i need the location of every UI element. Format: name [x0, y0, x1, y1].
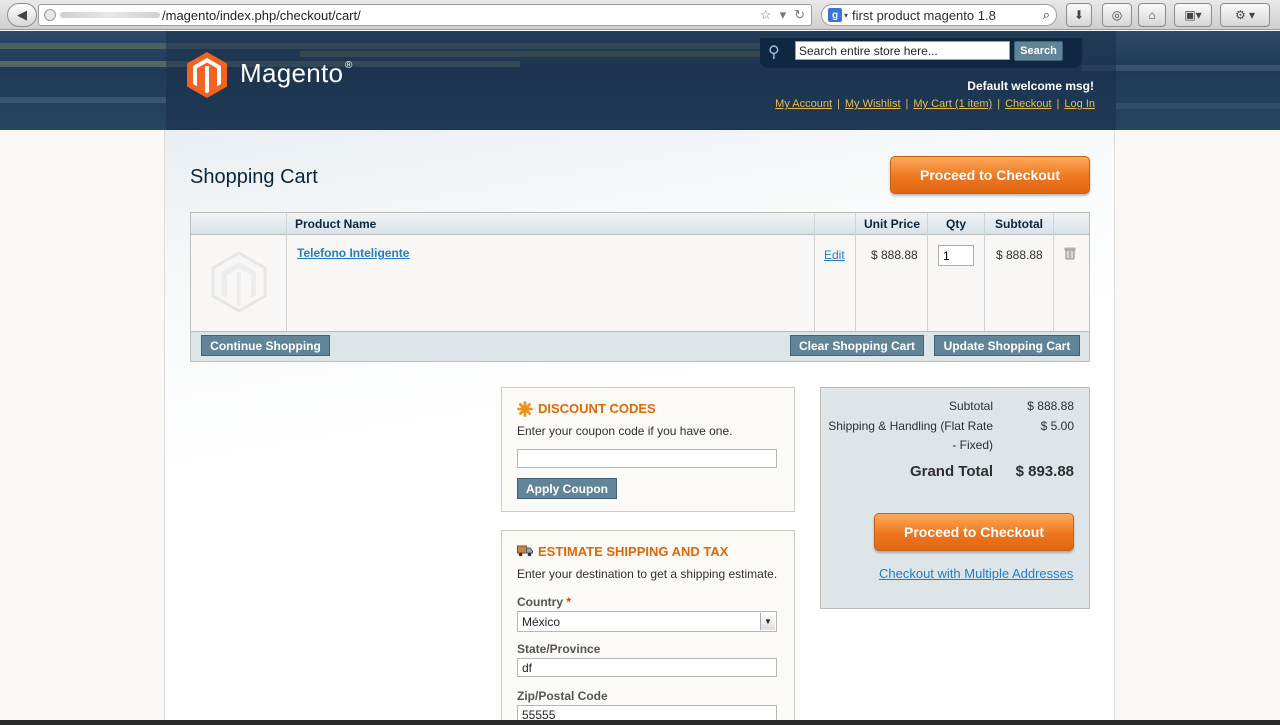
product-thumbnail-placeholder[interactable] — [208, 250, 270, 312]
link-separator: | — [905, 98, 909, 110]
proceed-to-checkout-top-button[interactable]: Proceed to Checkout — [890, 156, 1090, 194]
shipping-label-line-1: Shipping & Handling (Flat Rate — [828, 419, 993, 433]
welcome-message: Default welcome msg! — [967, 79, 1094, 93]
dropdown-icon[interactable]: ▾ — [780, 7, 787, 23]
grand-total-value: $ 893.88 — [1015, 463, 1074, 480]
shipping-instructions: Enter your destination to get a shipping… — [517, 567, 778, 581]
coupon-code-input[interactable] — [517, 449, 777, 468]
country-select-value: México — [522, 615, 561, 629]
addon-icon: ◎ — [1111, 8, 1123, 22]
page-title: Shopping Cart — [190, 166, 318, 188]
reload-icon[interactable]: ↻ — [794, 7, 805, 23]
country-select[interactable]: México ▼ — [517, 611, 777, 632]
link-separator: | — [837, 98, 840, 110]
url-text: /magento/index.php/checkout/cart/ — [162, 7, 361, 23]
engine-dropdown-icon[interactable]: ▾ — [844, 11, 848, 20]
country-label: Country * — [517, 595, 571, 609]
column-header-subtotal: Subtotal — [995, 217, 1043, 231]
back-arrow-icon: ◀ — [17, 7, 27, 22]
shipping-label-line-2: - Fixed) — [952, 438, 993, 452]
continue-shopping-button[interactable]: Continue Shopping — [201, 335, 330, 356]
discount-badge-icon — [517, 401, 533, 417]
truck-icon — [517, 545, 533, 557]
apply-coupon-button[interactable]: Apply Coupon — [517, 478, 617, 499]
row-subtotal: $ 888.88 — [996, 248, 1043, 262]
estimate-shipping-title: ESTIMATE SHIPPING AND TAX — [538, 544, 729, 559]
link-log-in[interactable]: Log In — [1064, 98, 1095, 110]
google-icon[interactable]: g — [828, 8, 842, 22]
store-search-input[interactable] — [795, 41, 1010, 60]
column-header-qty: Qty — [946, 217, 967, 231]
home-icon: ⌂ — [1148, 8, 1156, 22]
address-bar[interactable]: /magento/index.php/checkout/cart/ ☆ ▾ ↻ — [38, 4, 812, 26]
discount-codes-title: DISCOUNT CODES — [538, 401, 656, 416]
bookmark-star-icon[interactable]: ☆ — [760, 7, 772, 23]
status-strip — [0, 720, 1280, 725]
back-button[interactable]: ◀ — [7, 3, 37, 27]
download-button[interactable]: ⬇ — [1066, 3, 1092, 27]
redacted-host — [60, 12, 160, 18]
store-search-button[interactable]: Search — [1014, 41, 1063, 61]
link-separator: | — [1056, 98, 1060, 110]
discount-instructions: Enter your coupon code if you have one. — [517, 424, 733, 438]
subtotal-label: Subtotal — [948, 399, 993, 413]
link-separator: | — [997, 98, 1001, 110]
proceed-to-checkout-bottom-button[interactable]: Proceed to Checkout — [874, 513, 1074, 551]
checkout-multiple-addresses-link[interactable]: Checkout with Multiple Addresses — [879, 566, 1073, 581]
extension-menu-button[interactable]: ▣▾ — [1174, 3, 1212, 27]
zip-label: Zip/Postal Code — [517, 689, 608, 703]
tools-menu-button[interactable]: ⚙ ▾ — [1220, 3, 1270, 27]
puzzle-icon: ▣▾ — [1184, 8, 1202, 22]
browser-search-text: first product magento 1.8 — [852, 7, 996, 23]
country-label-text: Country — [517, 595, 563, 609]
link-my-account[interactable]: My Account — [775, 98, 832, 110]
site-icon — [44, 9, 56, 21]
browser-toolbar: ◀ /magento/index.php/checkout/cart/ ☆ ▾ … — [0, 0, 1280, 30]
addon-button[interactable]: ◎ — [1102, 3, 1132, 27]
browser-search-field[interactable]: g ▾ first product magento 1.8 ⌕ — [821, 4, 1057, 26]
magento-logo-icon[interactable] — [186, 51, 228, 99]
logo-text[interactable]: Magento — [240, 58, 343, 89]
link-checkout[interactable]: Checkout — [1005, 98, 1051, 110]
update-shopping-cart-button[interactable]: Update Shopping Cart — [934, 335, 1080, 356]
remove-item-icon[interactable] — [1063, 246, 1077, 260]
required-mark: * — [566, 595, 572, 609]
unit-price: $ 888.88 — [871, 248, 918, 262]
search-icon: ⚲ — [768, 44, 780, 61]
column-header-product-name: Product Name — [295, 217, 377, 231]
grand-total-label: Grand Total — [909, 463, 993, 480]
product-name-link[interactable]: Telefono Inteligente — [297, 246, 409, 260]
link-my-wishlist[interactable]: My Wishlist — [845, 98, 901, 110]
chevron-down-icon[interactable]: ▼ — [760, 613, 775, 630]
state-province-input[interactable] — [517, 658, 777, 677]
header-links: My Account | My Wishlist | My Cart (1 item… — [775, 98, 1095, 110]
column-header-unit-price: Unit Price — [864, 217, 921, 231]
home-button[interactable]: ⌂ — [1138, 3, 1166, 27]
state-label: State/Province — [517, 642, 601, 656]
clear-shopping-cart-button[interactable]: Clear Shopping Cart — [790, 335, 924, 356]
qty-input[interactable] — [938, 245, 974, 266]
subtotal-value: $ 888.88 — [1027, 399, 1074, 413]
edit-item-link[interactable]: Edit — [824, 248, 845, 262]
logo-registered-mark: ® — [345, 60, 353, 71]
link-my-cart[interactable]: My Cart (1 item) — [913, 98, 992, 110]
shipping-value: $ 5.00 — [1040, 419, 1074, 433]
magnifier-icon[interactable]: ⌕ — [1043, 7, 1050, 23]
download-icon: ⬇ — [1073, 8, 1085, 22]
tools-icon: ⚙ ▾ — [1234, 8, 1256, 22]
